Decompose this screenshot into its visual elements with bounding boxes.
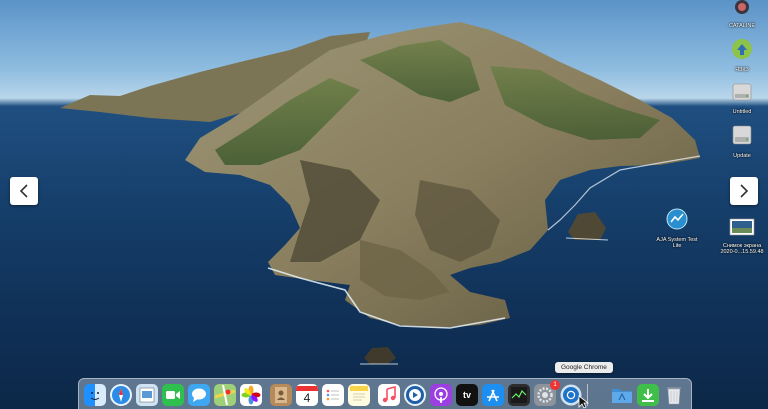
catalina-installer-icon [717, 0, 767, 21]
desktop-icon-label: Untitled [732, 109, 752, 115]
contacts-icon [275, 387, 287, 403]
safari-icon [112, 386, 130, 404]
music-icon [382, 386, 396, 403]
desktop-icon-label: Update [733, 153, 751, 159]
applications-folder-icon [612, 389, 632, 403]
dock-item-podcasts[interactable] [430, 384, 452, 406]
messages-icon [192, 388, 206, 402]
dock-item-notes[interactable] [348, 384, 370, 406]
dock-item-messages[interactable] [188, 384, 210, 406]
wallpaper-catalina-island [60, 22, 701, 365]
podcasts-icon [434, 387, 448, 403]
photos-icon [241, 385, 261, 405]
notes-icon [350, 386, 368, 401]
desktop-icon-label: Снимок экрана 2020-0...15.59.48 [720, 243, 764, 255]
apple-tv-icon: tv [462, 390, 471, 400]
desktop-icon-aja-system-test[interactable]: AJA System Test Lite [652, 208, 702, 249]
finder-icon [90, 392, 100, 400]
dock-item-maps[interactable] [214, 384, 236, 406]
dock-item-calendar[interactable]: 4 [296, 384, 318, 406]
maps-icon [215, 385, 235, 405]
downloads-folder-icon [642, 389, 654, 402]
dock-item-safari[interactable] [110, 384, 132, 406]
desktop[interactable]: CATALINE ЯЗКЗ Untitled Update AJA System… [0, 0, 768, 409]
facetime-icon [166, 391, 180, 399]
notification-badge: 1 [550, 380, 560, 390]
desktop-icon-android-file[interactable]: ЯЗКЗ [717, 38, 767, 73]
dock-item-system-preferences[interactable]: 1 [534, 380, 560, 406]
desktop-icon-screen-recording[interactable]: Снимок экрана 2020-0...15.59.48 [717, 218, 767, 255]
app-store-icon [487, 389, 499, 402]
desktop-icon-update[interactable]: Update [717, 124, 767, 159]
calendar-day: 4 [303, 390, 311, 405]
preview-icon [139, 387, 155, 403]
dock-item-quicktime[interactable] [404, 384, 426, 406]
android-file-transfer-icon [717, 38, 767, 65]
dock-item-reminders[interactable] [322, 384, 344, 406]
dock-item-app-store[interactable] [482, 384, 504, 406]
dock-item-activity-monitor[interactable] [508, 384, 530, 406]
hard-drive-icon [717, 124, 767, 151]
dock-tooltip: Google Chrome [555, 362, 613, 373]
desktop-icon-label: CATALINE [728, 23, 756, 29]
desktop-icon-untitled[interactable]: Untitled [717, 82, 767, 115]
dock-item-applications-folder[interactable] [611, 384, 633, 406]
dock-item-apple-tv[interactable]: tv [456, 384, 478, 406]
dock-item-trash[interactable] [663, 384, 685, 406]
desktop-icon-label: AJA System Test Lite [656, 237, 698, 249]
chevron-right-icon [740, 184, 749, 198]
trash-icon [667, 387, 681, 405]
desktop-icon-label: ЯЗКЗ [735, 67, 749, 73]
quicktime-icon [406, 386, 424, 404]
dock: 4 tv 1 [78, 378, 692, 409]
dock-item-photos[interactable] [240, 384, 262, 406]
mouse-cursor-icon [578, 395, 589, 409]
desktop-icon-catalina[interactable]: CATALINE [717, 0, 767, 29]
next-button[interactable] [730, 177, 758, 205]
dock-item-facetime[interactable] [162, 384, 184, 406]
aja-system-test-icon [652, 208, 702, 235]
dock-item-contacts[interactable] [270, 384, 292, 406]
activity-monitor-icon [511, 387, 527, 403]
screenshot-file-icon [717, 218, 767, 241]
reminders-icon [326, 389, 339, 401]
chevron-left-icon [19, 184, 28, 198]
dock-item-finder[interactable] [84, 384, 106, 406]
previous-button[interactable] [10, 177, 38, 205]
dock-item-downloads-folder[interactable] [637, 384, 659, 406]
dock-item-music[interactable] [378, 384, 400, 406]
dock-item-preview[interactable] [136, 384, 158, 406]
hard-drive-icon [717, 82, 767, 107]
